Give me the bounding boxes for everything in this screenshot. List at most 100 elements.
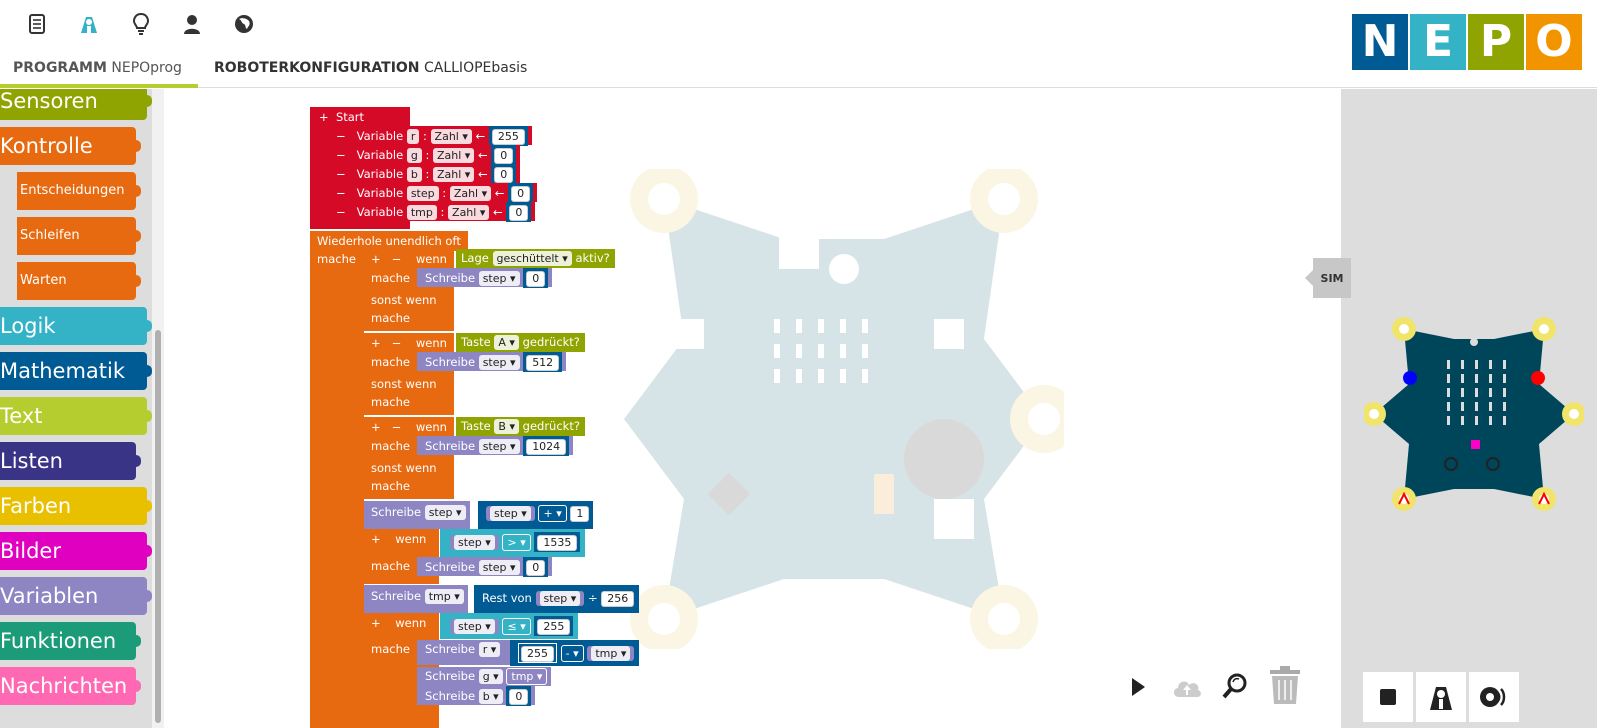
cloud-upload-icon[interactable] xyxy=(1170,673,1204,701)
repeat-forever-label: Wiederhole unendlich oft xyxy=(317,234,461,248)
category-sensoren[interactable]: Sensoren xyxy=(0,89,152,120)
stop-button[interactable] xyxy=(1363,672,1413,722)
variable-declaration-g[interactable]: − Variable g : Zahl ▾ ← 0 xyxy=(324,145,521,165)
zoom-icon[interactable] xyxy=(1220,671,1250,701)
if-button-a-mache-2: mache xyxy=(371,395,410,409)
robot-config-icon[interactable] xyxy=(76,11,102,37)
category-label: Text xyxy=(0,404,43,428)
category-kontrolle[interactable]: Kontrolle xyxy=(0,127,141,165)
if-button-a-wenn: + − wenn xyxy=(371,336,447,350)
assign-r[interactable]: Schreibe r ▾ xyxy=(417,640,513,665)
tab-program-label: PROGRAMM xyxy=(13,60,107,76)
category-logik[interactable]: Logik xyxy=(0,307,152,345)
run-icon[interactable] xyxy=(1124,673,1152,701)
button-a[interactable] xyxy=(1403,371,1417,385)
category-bilder[interactable]: Bilder xyxy=(0,532,152,570)
robot-config-icon xyxy=(1430,687,1452,710)
category-mathematik[interactable]: Mathematik xyxy=(0,352,152,390)
assign-step-0[interactable]: Schreibe step ▾ 0 xyxy=(417,268,553,288)
active-tab-indicator xyxy=(0,84,198,88)
category-schleifen[interactable]: Schleifen xyxy=(17,217,141,255)
condition-shaken[interactable]: Lage geschüttelt ▾ aktiv? xyxy=(456,249,615,268)
category-warten[interactable]: Warten xyxy=(17,262,141,300)
toolbox-scrollbar-thumb[interactable] xyxy=(155,330,161,723)
category-nachrichten[interactable]: Nachrichten xyxy=(0,667,141,705)
category-variablen[interactable]: Variablen xyxy=(0,577,152,615)
category-label: Warten xyxy=(20,273,67,288)
if-shaken-mache: mache xyxy=(371,271,410,285)
document-icon[interactable] xyxy=(24,11,50,37)
variable-declaration-tmp[interactable]: − Variable tmp : Zahl ▾ ← 0 xyxy=(324,202,536,222)
if-gt-wenn: + wenn xyxy=(371,532,427,546)
category-funktionen[interactable]: Funktionen xyxy=(0,622,141,660)
if-shaken-mache-2: mache xyxy=(371,311,410,325)
category-label: Farben xyxy=(0,494,72,518)
blockly-workspace[interactable]: + Start − Variable r : Zahl ▾ ← 255 − Va… xyxy=(164,89,1348,728)
assign-g[interactable]: Schreibe g ▾ tmp ▾ xyxy=(417,667,552,686)
assign-step-increment[interactable]: Schreibe step ▾ xyxy=(364,501,470,529)
logo-letter-o: O xyxy=(1526,14,1582,70)
tab-robot-label: ROBOTERKONFIGURATION xyxy=(214,60,420,76)
category-label: Logik xyxy=(0,314,56,338)
globe-icon[interactable] xyxy=(231,11,257,37)
if-button-a-sonst-wenn: sonst wenn xyxy=(371,377,437,391)
lightbulb-icon[interactable] xyxy=(128,11,154,37)
assign-step-reset[interactable]: Schreibe step ▾ 0 xyxy=(417,557,553,577)
compare-step-le-255[interactable]: step ▾ ≤ ▾ 255 xyxy=(440,613,579,639)
toolbox: Sensoren Kontrolle Entscheidungen Schlei… xyxy=(0,89,152,728)
tab-robot-name: CALLIOPEbasis xyxy=(423,60,528,76)
tab-program[interactable]: PROGRAMM NEPOprog xyxy=(13,60,182,76)
start-block-body[interactable] xyxy=(310,125,324,229)
assign-step-512[interactable]: Schreibe step ▾ 512 xyxy=(417,352,567,372)
variable-declaration-b[interactable]: − Variable b : Zahl ▾ ← 0 xyxy=(324,164,521,184)
robot-view-button[interactable] xyxy=(1416,672,1466,722)
sim-toggle-tab[interactable]: SIM xyxy=(1305,258,1351,298)
workspace-vertical-scrollbar[interactable] xyxy=(1341,89,1348,728)
top-bar: PROGRAMM NEPOprog ROBOTERKONFIGURATION C… xyxy=(0,0,1597,88)
condition-button-b[interactable]: Taste B ▾ gedrückt? xyxy=(456,417,585,436)
calliope-board-background xyxy=(624,169,1064,649)
if-button-b-sonst-wenn: sonst wenn xyxy=(371,461,437,475)
user-icon[interactable] xyxy=(179,11,205,37)
tab-program-name: NEPOprog xyxy=(111,60,182,76)
nepo-logo: N E P O xyxy=(1352,14,1584,72)
category-label: Kontrolle xyxy=(0,134,93,158)
math-255-minus-tmp[interactable]: 255 - ▾ tmp ▾ xyxy=(510,640,640,666)
stop-icon xyxy=(1380,689,1396,705)
logo-letter-e: E xyxy=(1410,14,1466,70)
logo-letter-n: N xyxy=(1352,14,1408,70)
category-farben[interactable]: Farben xyxy=(0,487,152,525)
assign-tmp-remainder[interactable]: Schreibe tmp ▾ xyxy=(364,585,468,613)
sound-button[interactable] xyxy=(1469,672,1519,722)
variable-declaration-step[interactable]: − Variable step : Zahl ▾ ← 0 xyxy=(324,183,538,203)
category-listen[interactable]: Listen xyxy=(0,442,141,480)
if-button-a-mache: mache xyxy=(371,355,410,369)
category-text[interactable]: Text xyxy=(0,397,152,435)
if-gt-mache: mache xyxy=(371,559,410,573)
if-shaken-wenn: + − wenn xyxy=(371,252,447,266)
math-remainder[interactable]: Rest von step ▾ ÷ 256 xyxy=(474,585,640,613)
category-label: Sensoren xyxy=(0,89,98,113)
category-label: Nachrichten xyxy=(0,674,128,698)
trash-icon[interactable] xyxy=(1267,665,1303,705)
if-le-wenn: + wenn xyxy=(371,616,427,630)
assign-b[interactable]: Schreibe b ▾ 0 xyxy=(417,686,536,706)
if-le-mache: mache xyxy=(371,642,410,656)
math-step-plus-1[interactable]: step ▾ + ▾ 1 xyxy=(478,501,594,529)
repeat-forever-body[interactable] xyxy=(310,249,364,728)
category-label: Entscheidungen xyxy=(20,183,125,198)
variable-declaration-r[interactable]: − Variable r : Zahl ▾ ← 255 xyxy=(324,126,532,146)
category-entscheidungen[interactable]: Entscheidungen xyxy=(17,172,141,210)
compare-step-gt-1535[interactable]: step ▾ > ▾ 1535 xyxy=(440,529,586,557)
if-button-b-mache: mache xyxy=(371,439,410,453)
button-b[interactable] xyxy=(1531,371,1545,385)
repeat-mache-label: mache xyxy=(317,252,356,266)
tab-robot-configuration[interactable]: ROBOTERKONFIGURATION CALLIOPEbasis xyxy=(214,60,527,76)
calliope-simulation-board[interactable] xyxy=(1364,314,1584,518)
category-label: Bilder xyxy=(0,539,61,563)
condition-button-a[interactable]: Taste A ▾ gedrückt? xyxy=(456,333,585,352)
assign-step-1024[interactable]: Schreibe step ▾ 1024 xyxy=(417,436,574,456)
category-label: Mathematik xyxy=(0,359,126,383)
if-le-bottom[interactable] xyxy=(364,705,439,728)
logo-letter-p: P xyxy=(1468,14,1524,70)
